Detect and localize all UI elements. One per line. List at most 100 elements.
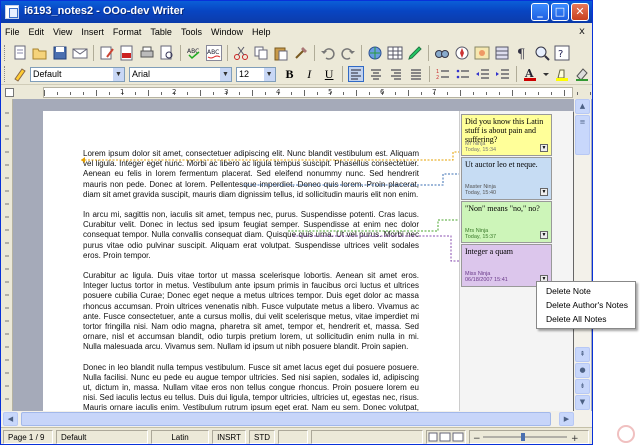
scroll-up-button[interactable]: ▲ bbox=[575, 99, 590, 114]
decrease-indent-icon[interactable] bbox=[475, 66, 491, 82]
save-icon[interactable] bbox=[52, 45, 68, 61]
note-menu-button[interactable]: ▼ bbox=[540, 231, 548, 239]
maximize-button[interactable]: □ bbox=[551, 3, 569, 21]
next-page-button[interactable]: ⇟ bbox=[575, 379, 590, 394]
scroll-thumb[interactable]: ≡ bbox=[575, 115, 590, 155]
open-folder-icon[interactable] bbox=[32, 45, 48, 61]
note-text[interactable]: Ut auctor leo et neque. bbox=[465, 160, 548, 169]
view-layout-icons[interactable] bbox=[426, 430, 466, 444]
font-name-select[interactable]: Arial ▼ bbox=[129, 66, 232, 82]
vertical-scrollbar[interactable]: ▲ ≡ ⇞ ● ⇟ ▼ bbox=[574, 99, 591, 411]
show-draw-functions-icon[interactable] bbox=[407, 45, 423, 61]
menu-table[interactable]: Table bbox=[150, 27, 172, 37]
background-color-icon[interactable] bbox=[574, 66, 590, 82]
paste-icon[interactable] bbox=[273, 45, 289, 61]
ruler-strip[interactable]: 1 2 3 4 5 6 7 bbox=[43, 87, 591, 98]
font-color-dropdown-icon[interactable] bbox=[542, 66, 550, 82]
copy-icon[interactable] bbox=[253, 45, 269, 61]
insert-mode-indicator[interactable]: INSRT bbox=[212, 430, 246, 444]
increase-indent-icon[interactable] bbox=[495, 66, 511, 82]
note-text[interactable]: Integer a quam bbox=[465, 247, 548, 256]
italic-button[interactable]: I bbox=[301, 66, 317, 82]
toolbar-grip[interactable] bbox=[4, 45, 7, 61]
find-replace-icon[interactable] bbox=[434, 45, 450, 61]
tab-type-icon[interactable] bbox=[5, 88, 14, 97]
page-style-indicator[interactable]: Default bbox=[56, 430, 148, 444]
menu-help[interactable]: Help bbox=[252, 27, 271, 37]
edit-file-icon[interactable] bbox=[99, 45, 115, 61]
cut-icon[interactable] bbox=[233, 45, 249, 61]
autospellcheck-icon[interactable]: ABC bbox=[206, 45, 222, 61]
title-bar[interactable]: i6193_notes2 - OOo-dev Writer _ □ ✕ bbox=[1, 1, 592, 23]
language-indicator[interactable]: Latin bbox=[151, 430, 209, 444]
font-size-select[interactable]: 12 ▼ bbox=[235, 66, 276, 82]
font-color-icon[interactable]: A bbox=[522, 66, 538, 82]
zoom-slider[interactable]: − + bbox=[469, 430, 589, 444]
menu-edit[interactable]: Edit bbox=[29, 27, 45, 37]
horizontal-ruler[interactable]: 1 2 3 4 5 6 7 bbox=[1, 86, 592, 99]
spellcheck-icon[interactable]: ABC bbox=[186, 45, 202, 61]
navigation-button[interactable]: ● bbox=[575, 363, 590, 378]
page-preview-icon[interactable] bbox=[159, 45, 175, 61]
bullets-icon[interactable] bbox=[455, 66, 471, 82]
hyperlink-icon[interactable] bbox=[367, 45, 383, 61]
styles-formatting-icon[interactable] bbox=[12, 66, 28, 82]
align-right-icon[interactable] bbox=[388, 66, 404, 82]
note-text[interactable]: "Non" means "no," no? bbox=[465, 204, 548, 213]
document-page[interactable]: Lorem ipsum dolor sit amet, consectetuer… bbox=[43, 111, 573, 411]
menu-window[interactable]: Window bbox=[211, 27, 243, 37]
horizontal-scroll-thumb[interactable] bbox=[21, 412, 551, 426]
scroll-right-button[interactable]: ▶ bbox=[559, 412, 574, 426]
menu-insert[interactable]: Insert bbox=[81, 27, 104, 37]
delete-authors-notes-menu-item[interactable]: Delete Author's Notes bbox=[537, 298, 635, 312]
delete-note-menu-item[interactable]: Delete Note bbox=[537, 284, 635, 298]
formatting-marks-icon[interactable]: ¶ bbox=[514, 45, 530, 62]
menu-view[interactable]: View bbox=[53, 27, 72, 37]
vertical-ruler[interactable] bbox=[1, 99, 13, 411]
scroll-down-button[interactable]: ▼ bbox=[575, 395, 590, 410]
hyperlink-mode-indicator[interactable] bbox=[278, 430, 308, 444]
page-indicator[interactable]: Page 1 / 9 bbox=[3, 430, 53, 444]
numbering-icon[interactable]: 12 bbox=[435, 66, 451, 82]
close-button[interactable]: ✕ bbox=[571, 3, 589, 21]
data-sources-icon[interactable] bbox=[494, 45, 510, 61]
align-center-icon[interactable] bbox=[368, 66, 384, 82]
delete-all-notes-menu-item[interactable]: Delete All Notes bbox=[537, 312, 635, 326]
note-menu-button[interactable]: ▼ bbox=[540, 144, 548, 152]
note[interactable]: Did you know this Latin stuff is about p… bbox=[461, 114, 552, 156]
justify-icon[interactable] bbox=[408, 66, 424, 82]
highlighting-icon[interactable] bbox=[554, 66, 570, 82]
scroll-left-button[interactable]: ◀ bbox=[3, 412, 18, 426]
paragraph[interactable]: Curabitur ac ligula. Duis vitae tortor u… bbox=[83, 271, 419, 353]
paragraph-style-select[interactable]: Default ▼ bbox=[29, 66, 125, 82]
help-icon[interactable]: ? bbox=[554, 45, 570, 61]
zoom-icon[interactable] bbox=[534, 45, 550, 61]
new-document-icon[interactable] bbox=[12, 45, 28, 61]
menu-format[interactable]: Format bbox=[113, 27, 142, 37]
note-text[interactable]: Did you know this Latin stuff is about p… bbox=[465, 117, 548, 144]
email-icon[interactable] bbox=[72, 45, 88, 61]
underline-button[interactable]: U bbox=[321, 66, 337, 82]
close-document-icon[interactable]: x bbox=[576, 26, 588, 38]
document-modified-indicator[interactable] bbox=[311, 430, 423, 444]
align-left-icon[interactable] bbox=[348, 66, 365, 82]
export-pdf-icon[interactable] bbox=[119, 45, 135, 61]
minimize-button[interactable]: _ bbox=[531, 3, 549, 21]
bold-button[interactable]: B bbox=[282, 66, 298, 82]
note[interactable]: Ut auctor leo et neque. Master Ninja Tod… bbox=[461, 157, 552, 200]
writer-app-icon[interactable] bbox=[5, 5, 19, 19]
print-icon[interactable] bbox=[139, 45, 155, 61]
gallery-icon[interactable] bbox=[474, 45, 490, 61]
document-text[interactable]: Lorem ipsum dolor sit amet, consectetuer… bbox=[83, 149, 419, 411]
redo-icon[interactable] bbox=[340, 45, 356, 61]
table-icon[interactable] bbox=[387, 45, 403, 61]
undo-icon[interactable] bbox=[320, 45, 336, 61]
note[interactable]: "Non" means "no," no? Mrs Ninja Today, 1… bbox=[461, 201, 552, 243]
menu-file[interactable]: File bbox=[5, 27, 20, 37]
clone-formatting-icon[interactable] bbox=[293, 45, 309, 61]
note-menu-button[interactable]: ▼ bbox=[540, 188, 548, 196]
toolbar-grip[interactable] bbox=[4, 66, 7, 82]
paragraph[interactable]: Donec in leo blandit nulla tempus vestib… bbox=[83, 363, 419, 411]
menu-tools[interactable]: Tools bbox=[181, 27, 202, 37]
paragraph[interactable]: Lorem ipsum dolor sit amet, consectetuer… bbox=[83, 149, 419, 200]
